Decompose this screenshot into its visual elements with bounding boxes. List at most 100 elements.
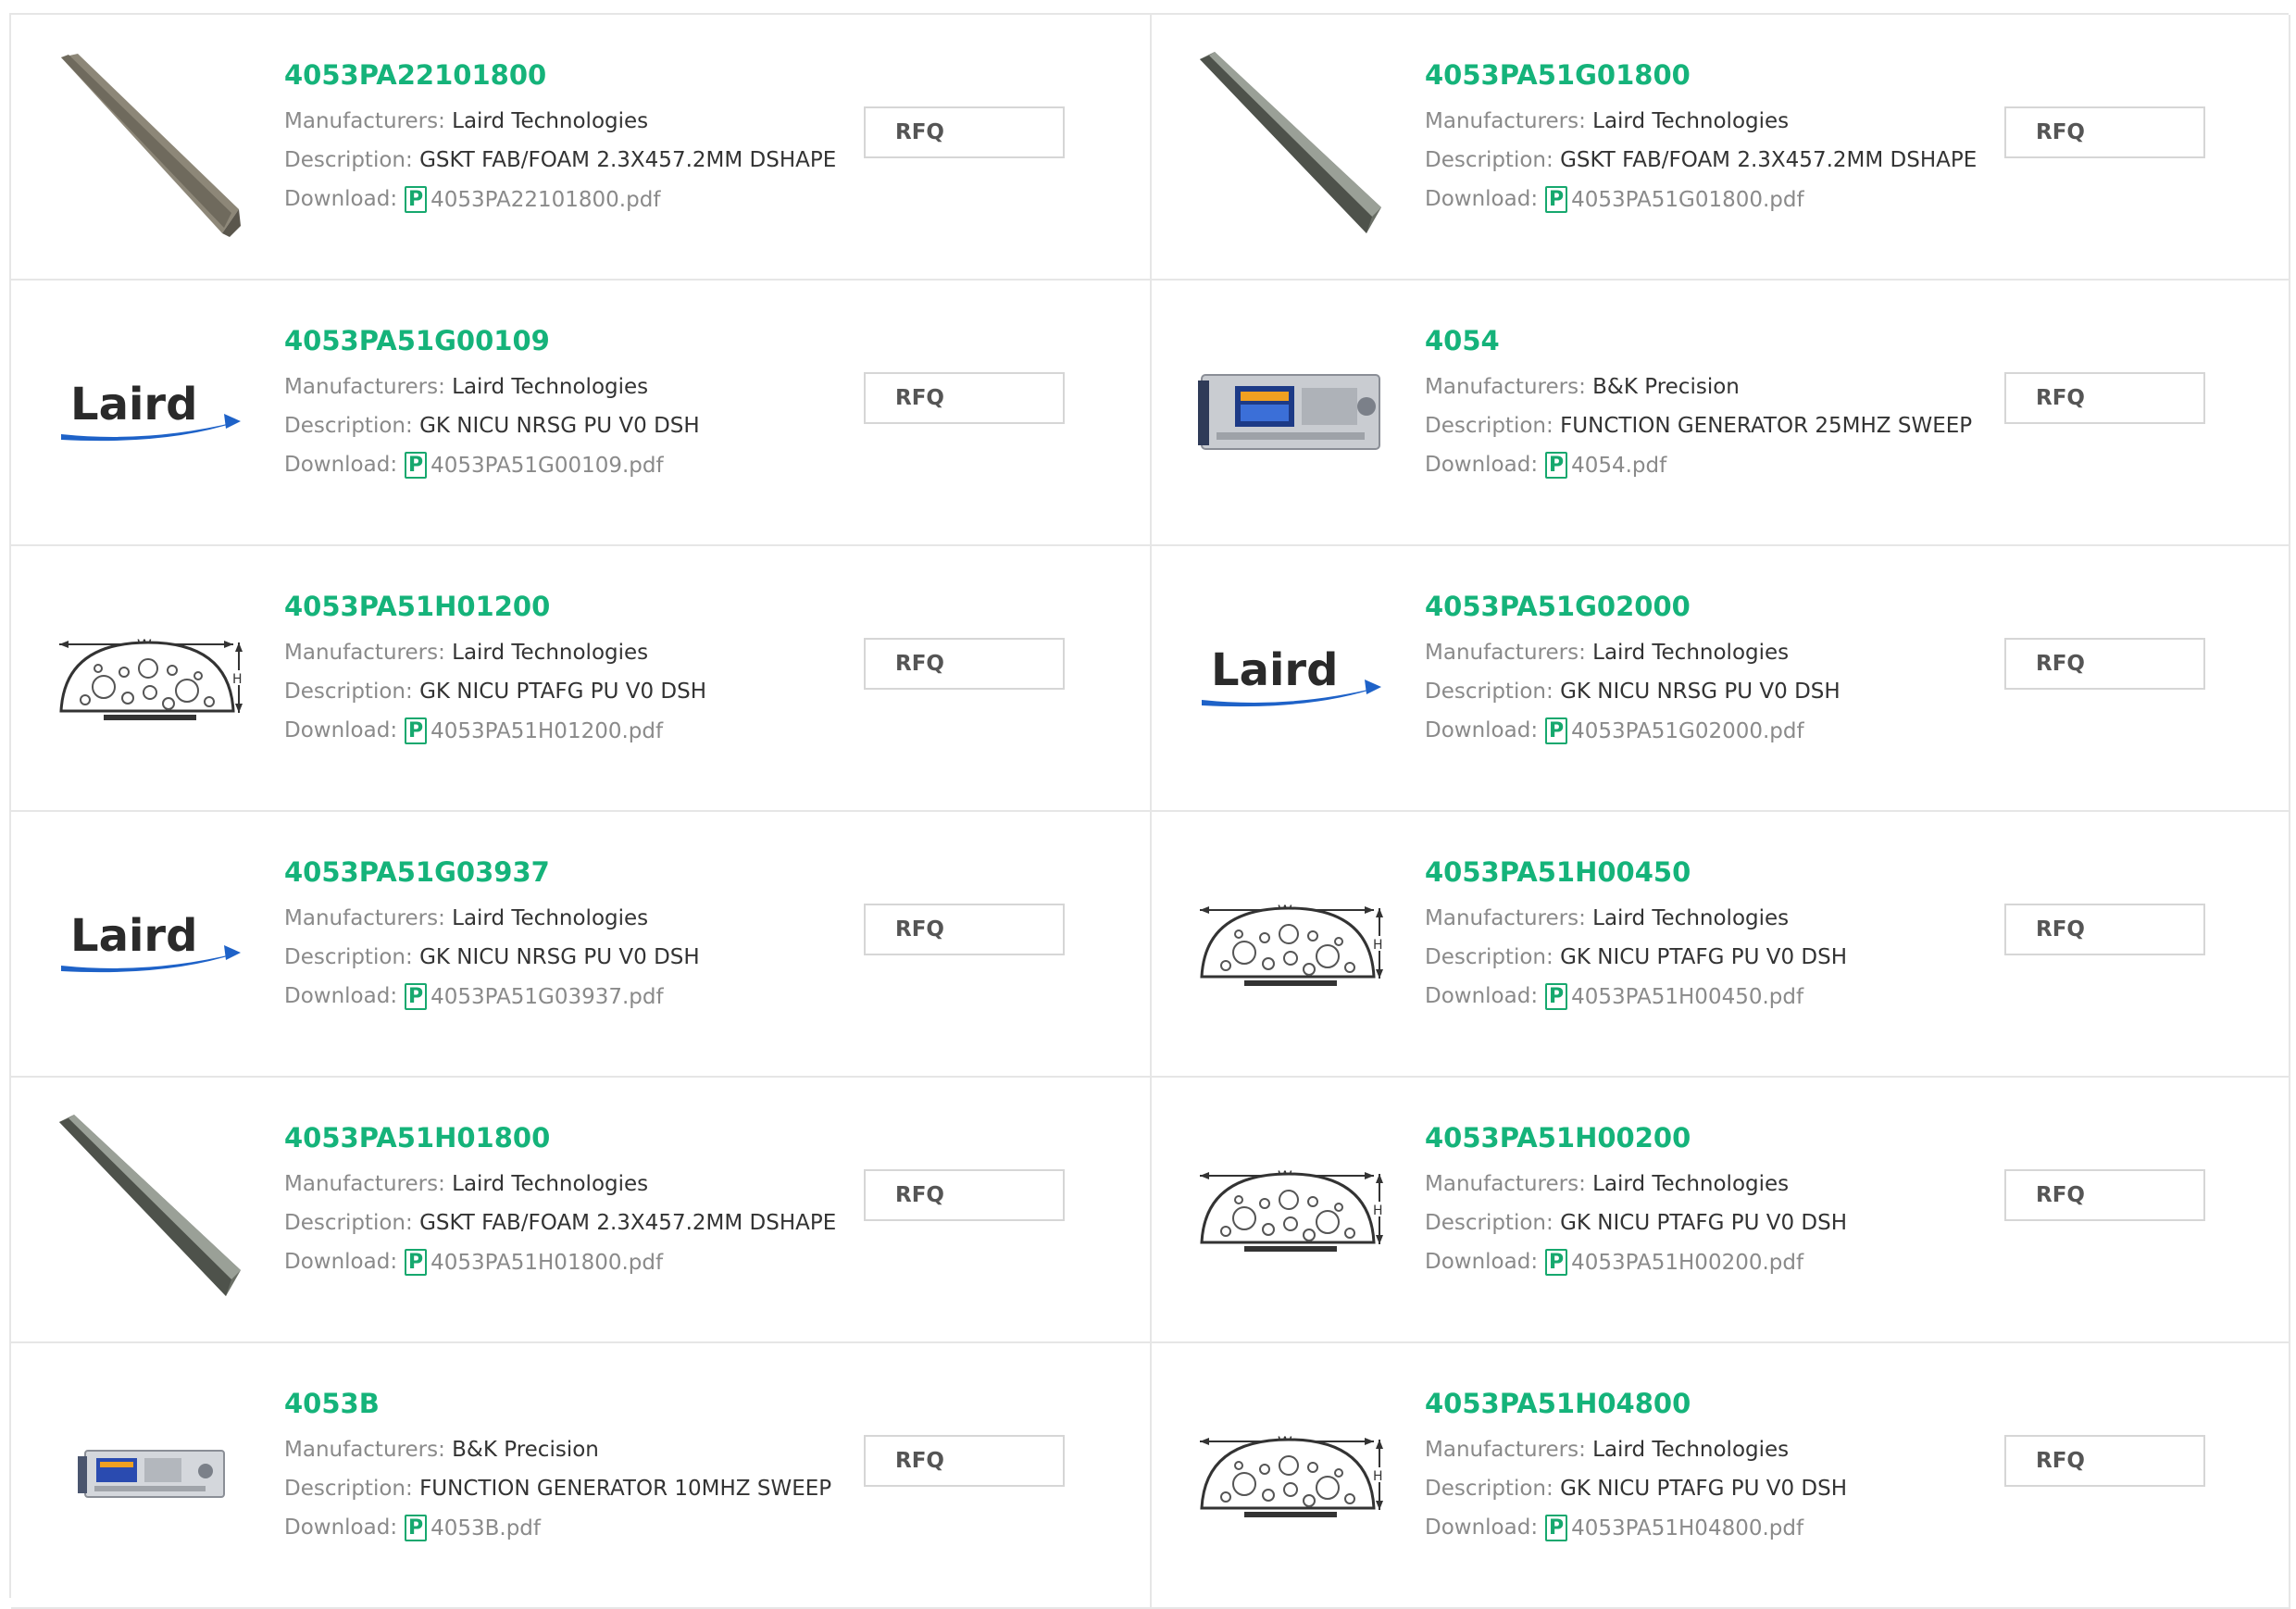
description-label: Description: <box>284 680 420 704</box>
product-image-laird-logo[interactable] <box>57 318 243 503</box>
part-number-link[interactable]: 4053PA51H01800 <box>284 1122 840 1154</box>
pdf-icon: P <box>405 186 428 213</box>
part-number-link[interactable]: 4053PA22101800 <box>284 59 840 91</box>
manufacturers-label: Manufacturers: <box>284 1438 453 1462</box>
product-image-function-generator-small[interactable] <box>57 1380 243 1565</box>
download-line: Download: P 4053PA51H00200.pdf <box>1425 1242 1980 1281</box>
rfq-button[interactable]: RFQ <box>2004 372 2205 424</box>
datasheet-link[interactable]: P 4053PA51H01200.pdf <box>397 712 663 751</box>
rfq-button[interactable]: RFQ <box>2004 1435 2205 1487</box>
product-info: 4054 Manufacturers: B&K Precision Descri… <box>1425 325 1980 484</box>
product-image-graphic <box>57 849 243 1034</box>
datasheet-link[interactable]: P 4054.pdf <box>1538 446 1666 485</box>
download-line: Download: P 4054.pdf <box>1425 445 1980 484</box>
datasheet-filename: 4053PA51H04800.pdf <box>1571 1515 1804 1540</box>
rfq-button[interactable]: RFQ <box>864 372 1065 424</box>
product-image-graphic <box>1198 52 1383 237</box>
description-line: Description: GK NICU PTAFG PU V0 DSH <box>1425 1469 1980 1508</box>
description-line: Description: GK NICU NRSG PU V0 DSH <box>1425 672 1980 711</box>
product-image-laird-logo[interactable] <box>1198 583 1383 768</box>
rfq-button[interactable]: RFQ <box>2004 1169 2205 1221</box>
product-card: 4053PA51G01800 Manufacturers: Laird Tech… <box>1152 15 2290 281</box>
datasheet-link[interactable]: P 4053PA51G00109.pdf <box>397 446 664 485</box>
description-label: Description: <box>1425 1477 1561 1501</box>
rfq-button[interactable]: RFQ <box>864 904 1065 955</box>
manufacturer-value: Laird Technologies <box>1592 1438 1790 1462</box>
description-value: GK NICU NRSG PU V0 DSH <box>419 945 700 969</box>
part-number-link[interactable]: 4053PA51H00200 <box>1425 1122 1980 1154</box>
product-image-gasket-strip-dark[interactable] <box>57 52 243 237</box>
datasheet-link[interactable]: P 4053PA51H00200.pdf <box>1538 1243 1803 1282</box>
manufacturer-line: Manufacturers: B&K Precision <box>284 1430 840 1469</box>
datasheet-link[interactable]: P 4053PA51H04800.pdf <box>1538 1509 1803 1548</box>
manufacturer-line: Manufacturers: Laird Technologies <box>284 368 840 406</box>
product-info: 4053PA51H00200 Manufacturers: Laird Tech… <box>1425 1122 1980 1281</box>
rfq-button[interactable]: RFQ <box>2004 106 2205 158</box>
datasheet-link[interactable]: P 4053PA51G03937.pdf <box>397 978 664 1017</box>
product-image-gasket-strip-light[interactable] <box>1198 52 1383 237</box>
download-label: Download: <box>284 718 398 742</box>
datasheet-link[interactable]: P 4053B.pdf <box>397 1509 541 1548</box>
pdf-icon: P <box>405 1515 428 1541</box>
product-image-graphic <box>1198 318 1383 503</box>
download-label: Download: <box>1425 187 1539 211</box>
datasheet-filename: 4053PA51H01800.pdf <box>430 1250 664 1275</box>
download-line: Download: P 4053PA51G01800.pdf <box>1425 180 1980 218</box>
rfq-button[interactable]: RFQ <box>864 106 1065 158</box>
part-number-link[interactable]: 4053PA51H00450 <box>1425 856 1980 888</box>
product-info: 4053PA51H01800 Manufacturers: Laird Tech… <box>284 1122 840 1281</box>
rfq-button[interactable]: RFQ <box>2004 638 2205 690</box>
description-label: Description: <box>1425 680 1561 704</box>
manufacturers-label: Manufacturers: <box>1425 1172 1593 1196</box>
rfq-button[interactable]: RFQ <box>2004 904 2205 955</box>
description-value: GK NICU PTAFG PU V0 DSH <box>419 680 707 704</box>
datasheet-link[interactable]: P 4053PA51G02000.pdf <box>1538 712 1804 751</box>
download-line: Download: P 4053PA51H01800.pdf <box>284 1242 840 1281</box>
part-number-link[interactable]: 4053PA51G00109 <box>284 325 840 356</box>
part-number-link[interactable]: 4053PA51G02000 <box>1425 591 1980 622</box>
product-card: 4053PA51G00109 Manufacturers: Laird Tech… <box>11 281 1152 546</box>
product-card: 4053B Manufacturers: B&K Precision Descr… <box>11 1343 1152 1609</box>
rfq-button[interactable]: RFQ <box>864 1169 1065 1221</box>
manufacturers-label: Manufacturers: <box>1425 109 1593 133</box>
rfq-button[interactable]: RFQ <box>864 1435 1065 1487</box>
product-image-laird-logo[interactable] <box>57 849 243 1034</box>
product-image-graphic <box>57 1380 243 1565</box>
product-image-dshape-diagram[interactable] <box>57 583 243 768</box>
product-image-graphic <box>1198 583 1383 768</box>
rfq-button[interactable]: RFQ <box>864 638 1065 690</box>
description-line: Description: GSKT FAB/FOAM 2.3X457.2MM D… <box>284 1204 840 1242</box>
manufacturer-line: Manufacturers: Laird Technologies <box>1425 899 1980 938</box>
part-number-link[interactable]: 4053B <box>284 1388 840 1419</box>
download-line: Download: P 4053PA51H04800.pdf <box>1425 1508 1980 1547</box>
product-image-dshape-diagram[interactable] <box>1198 849 1383 1034</box>
datasheet-link[interactable]: P 4053PA51G01800.pdf <box>1538 181 1804 219</box>
manufacturer-line: Manufacturers: Laird Technologies <box>1425 1430 1980 1469</box>
product-image-gasket-strip-light[interactable] <box>57 1115 243 1300</box>
part-number-link[interactable]: 4053PA51H04800 <box>1425 1388 1980 1419</box>
part-number-link[interactable]: 4053PA51G01800 <box>1425 59 1980 91</box>
manufacturers-label: Manufacturers: <box>1425 906 1593 930</box>
download-label: Download: <box>284 984 398 1008</box>
part-number-link[interactable]: 4053PA51H01200 <box>284 591 840 622</box>
manufacturers-label: Manufacturers: <box>1425 375 1593 399</box>
part-number-link[interactable]: 4054 <box>1425 325 1980 356</box>
product-info: 4053PA51G01800 Manufacturers: Laird Tech… <box>1425 59 1980 218</box>
manufacturers-label: Manufacturers: <box>284 1172 453 1196</box>
product-image-dshape-diagram[interactable] <box>1198 1380 1383 1565</box>
description-value: FUNCTION GENERATOR 25MHZ SWEEP <box>1560 414 1973 438</box>
description-value: GK NICU PTAFG PU V0 DSH <box>1560 945 1848 969</box>
datasheet-link[interactable]: P 4053PA51H00450.pdf <box>1538 978 1803 1017</box>
description-line: Description: GK NICU NRSG PU V0 DSH <box>284 406 840 445</box>
product-card: 4053PA51H00450 Manufacturers: Laird Tech… <box>1152 812 2290 1078</box>
product-image-graphic <box>1198 1115 1383 1300</box>
description-value: GSKT FAB/FOAM 2.3X457.2MM DSHAPE <box>419 148 837 172</box>
download-label: Download: <box>1425 718 1539 742</box>
datasheet-link[interactable]: P 4053PA51H01800.pdf <box>397 1243 663 1282</box>
part-number-link[interactable]: 4053PA51G03937 <box>284 856 840 888</box>
description-value: GSKT FAB/FOAM 2.3X457.2MM DSHAPE <box>419 1211 837 1235</box>
datasheet-link[interactable]: P 4053PA22101800.pdf <box>397 181 660 219</box>
product-image-function-generator-large[interactable] <box>1198 318 1383 503</box>
product-image-dshape-diagram[interactable] <box>1198 1115 1383 1300</box>
description-label: Description: <box>284 945 420 969</box>
